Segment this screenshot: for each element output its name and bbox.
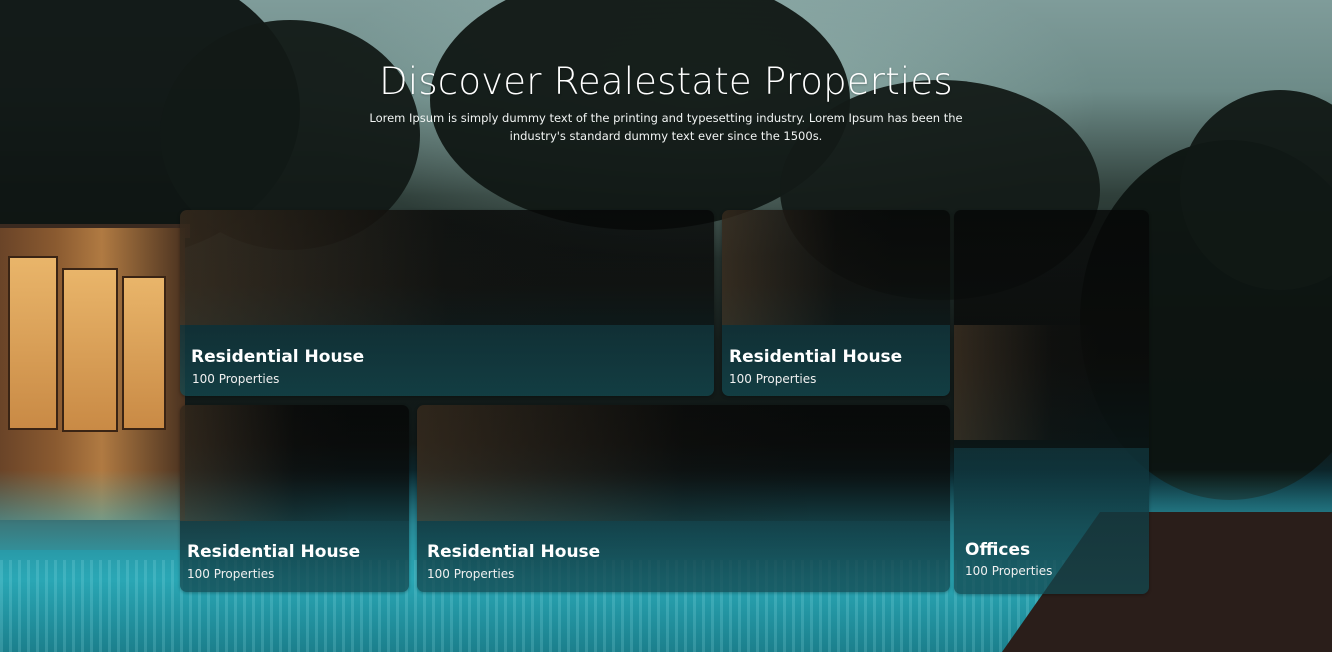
card-title: Residential House (729, 347, 903, 367)
page-description: Lorem Ipsum is simply dummy text of the … (369, 111, 963, 143)
hero: Discover Realestate Properties Lorem Ips… (0, 60, 1332, 145)
category-card[interactable]: Residential House 100 Properties (180, 210, 714, 396)
card-image (954, 210, 1149, 594)
card-count: 100 Properties (427, 567, 515, 581)
card-title: Residential House (191, 347, 365, 367)
card-count: 100 Properties (729, 372, 817, 386)
category-card[interactable]: Offices 100 Properties (954, 210, 1149, 594)
card-title: Offices (965, 540, 1031, 560)
card-title: Residential House (427, 542, 601, 562)
page-title: Discover Realestate Properties (379, 60, 953, 103)
card-count: 100 Properties (965, 564, 1053, 578)
card-title: Residential House (187, 542, 361, 562)
category-card[interactable]: Residential House 100 Properties (722, 210, 950, 396)
card-count: 100 Properties (192, 372, 280, 386)
card-image (722, 210, 950, 396)
card-image (180, 210, 714, 396)
category-card[interactable]: Residential House 100 Properties (417, 405, 950, 592)
card-count: 100 Properties (187, 567, 275, 581)
card-image (417, 405, 950, 592)
card-image (180, 405, 409, 592)
category-card[interactable]: Residential House 100 Properties (180, 405, 409, 592)
